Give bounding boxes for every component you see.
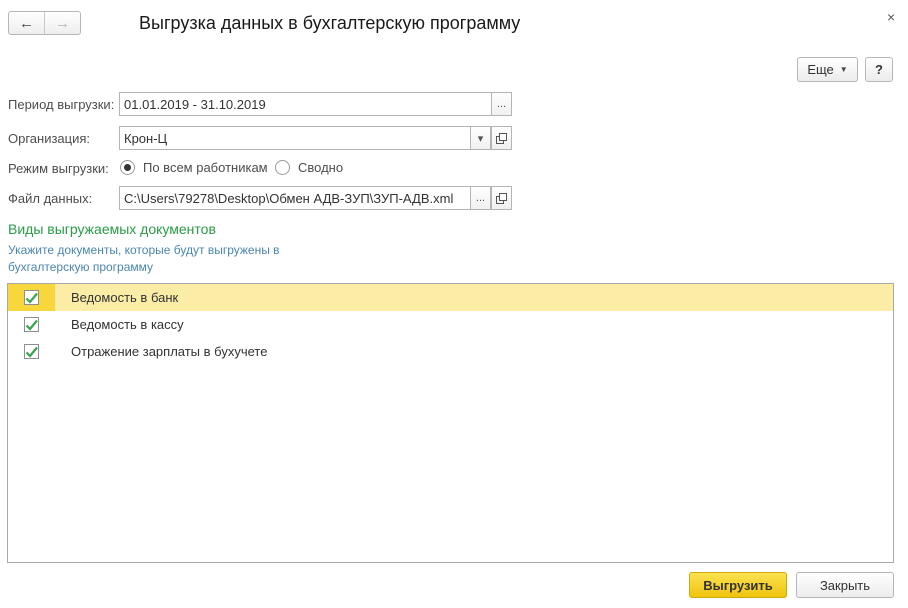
forward-button[interactable]: → <box>45 12 80 34</box>
documents-hint: Укажите документы, которые будут выгруже… <box>8 243 280 274</box>
radio-all-employees[interactable]: По всем работникам <box>120 160 268 175</box>
file-open-button[interactable] <box>491 186 512 210</box>
list-item[interactable]: Отражение зарплаты в бухучете <box>8 338 893 365</box>
checkmark-icon <box>25 346 38 358</box>
checkbox[interactable] <box>24 317 39 332</box>
documents-list: Ведомость в банк Ведомость в кассу Отраж… <box>7 283 894 563</box>
checkmark-icon <box>25 319 38 331</box>
radio-summary[interactable]: Сводно <box>275 160 343 175</box>
organization-dropdown-button[interactable]: ▾ <box>470 126 491 150</box>
export-button[interactable]: Выгрузить <box>689 572 787 598</box>
radio-label: По всем работникам <box>143 160 268 175</box>
checkbox-cell <box>8 338 55 365</box>
file-picker-button[interactable]: ... <box>470 186 491 210</box>
close-button[interactable]: Закрыть <box>796 572 894 598</box>
caret-down-icon: ▾ <box>477 132 484 145</box>
help-button[interactable]: ? <box>865 57 893 82</box>
arrow-left-icon: ← <box>19 14 34 32</box>
organization-open-button[interactable] <box>491 126 512 150</box>
checkmark-icon <box>25 292 38 304</box>
more-button[interactable]: Еще ▼ <box>797 57 858 82</box>
organization-input[interactable]: Крон-Ц <box>119 126 471 150</box>
file-path-input[interactable]: C:\Users\79278\Desktop\Обмен АДВ-ЗУП\ЗУП… <box>119 186 471 210</box>
open-window-icon <box>496 132 507 144</box>
period-label: Период выгрузки: <box>8 97 115 112</box>
period-input[interactable]: 01.01.2019 - 31.10.2019 <box>119 92 492 116</box>
period-picker-button[interactable]: ... <box>491 92 512 116</box>
list-item-label: Ведомость в банк <box>71 290 179 305</box>
checkbox-cell <box>8 311 55 338</box>
window-title: Выгрузка данных в бухгалтерскую программ… <box>139 13 521 33</box>
caret-down-icon: ▼ <box>839 65 848 74</box>
mode-label: Режим выгрузки: <box>8 161 109 176</box>
list-item[interactable]: Ведомость в кассу <box>8 311 893 338</box>
organization-label: Организация: <box>8 131 91 146</box>
more-label: Еще <box>807 62 834 77</box>
back-button[interactable]: ← <box>9 12 45 34</box>
arrow-right-icon: → <box>55 14 70 32</box>
list-item-label: Ведомость в кассу <box>71 317 184 332</box>
radio-selected-icon <box>120 160 135 175</box>
radio-unselected-icon <box>275 160 290 175</box>
radio-label: Сводно <box>298 160 344 175</box>
checkbox-cell <box>8 284 55 311</box>
list-item-label: Отражение зарплаты в бухучете <box>71 344 268 359</box>
documents-section-title: Виды выгружаемых документов <box>8 221 216 237</box>
nav-buttons: ← → <box>8 11 81 35</box>
file-label: Файл данных: <box>8 191 93 206</box>
checkbox[interactable] <box>24 290 39 305</box>
checkbox[interactable] <box>24 344 39 359</box>
list-item[interactable]: Ведомость в банк <box>8 284 893 311</box>
open-window-icon <box>496 192 507 204</box>
close-icon[interactable]: × <box>887 10 895 24</box>
